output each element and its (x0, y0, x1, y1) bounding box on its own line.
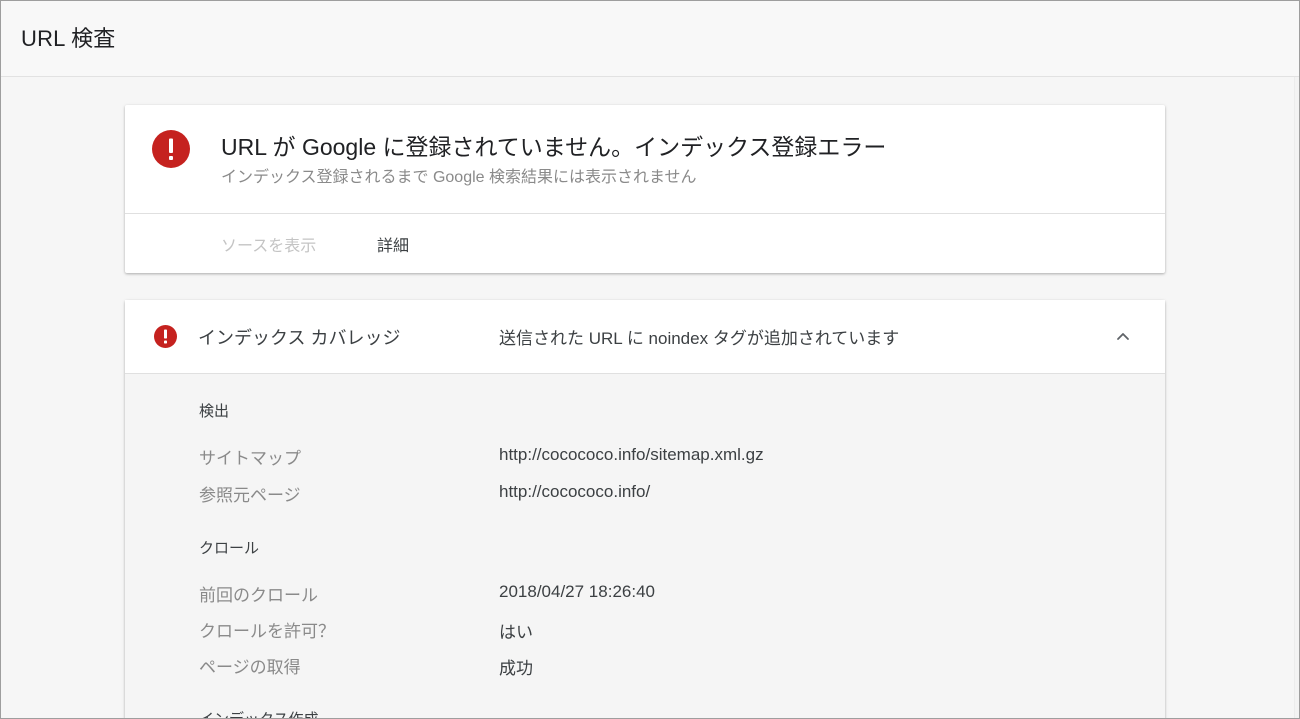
app-header: URL 検査 (1, 1, 1299, 77)
view-source-button[interactable]: ソースを表示 (221, 232, 316, 256)
crawl-allowed-label: クロールを許可？ (199, 622, 335, 641)
coverage-details: 検出 サイトマップ http://cocococo.info/sitemap.x… (125, 374, 1165, 718)
details-button[interactable]: 詳細 (377, 232, 409, 256)
page-fetch-label: ページの取得 (199, 658, 301, 677)
index-coverage-card: インデックス カバレッジ 送信された URL に noindex タグが追加され… (125, 300, 1165, 718)
chevron-up-icon[interactable] (1113, 326, 1133, 346)
coverage-header[interactable]: インデックス カバレッジ 送信された URL に noindex タグが追加され… (125, 300, 1165, 374)
section-heading-crawl: クロール (199, 540, 260, 557)
page-title: URL 検査 (21, 26, 116, 51)
card-divider (125, 213, 1165, 214)
section-heading-discovery: 検出 (199, 403, 230, 420)
page-fetch-value: 成功 (499, 659, 533, 678)
referring-page-label: 参照元ページ (199, 486, 301, 505)
referring-page-value: http://cocococo.info/ (499, 482, 651, 501)
scrollbar-track[interactable] (1294, 77, 1299, 718)
error-icon (154, 325, 177, 348)
crawl-allowed-value: はい (499, 623, 533, 642)
last-crawl-value: 2018/04/27 18:26:40 (499, 582, 655, 601)
app-frame: URL 検査 URL が Google に登録されていません。インデックス登録エ… (0, 0, 1300, 719)
status-title: URL が Google に登録されていません。インデックス登録エラー (221, 134, 887, 160)
section-heading-indexing: インデックス作成 (199, 708, 319, 718)
sitemap-value: http://cocococo.info/sitemap.xml.gz (499, 445, 764, 464)
index-status-card: URL が Google に登録されていません。インデックス登録エラー インデッ… (125, 105, 1165, 273)
coverage-label: インデックス カバレッジ (198, 328, 401, 348)
error-icon (152, 130, 190, 168)
coverage-status: 送信された URL に noindex タグが追加されています (499, 329, 900, 348)
status-subtitle: インデックス登録されるまで Google 検索結果には表示されません (221, 169, 697, 186)
sitemap-label: サイトマップ (199, 449, 301, 468)
last-crawl-label: 前回のクロール (199, 586, 318, 605)
